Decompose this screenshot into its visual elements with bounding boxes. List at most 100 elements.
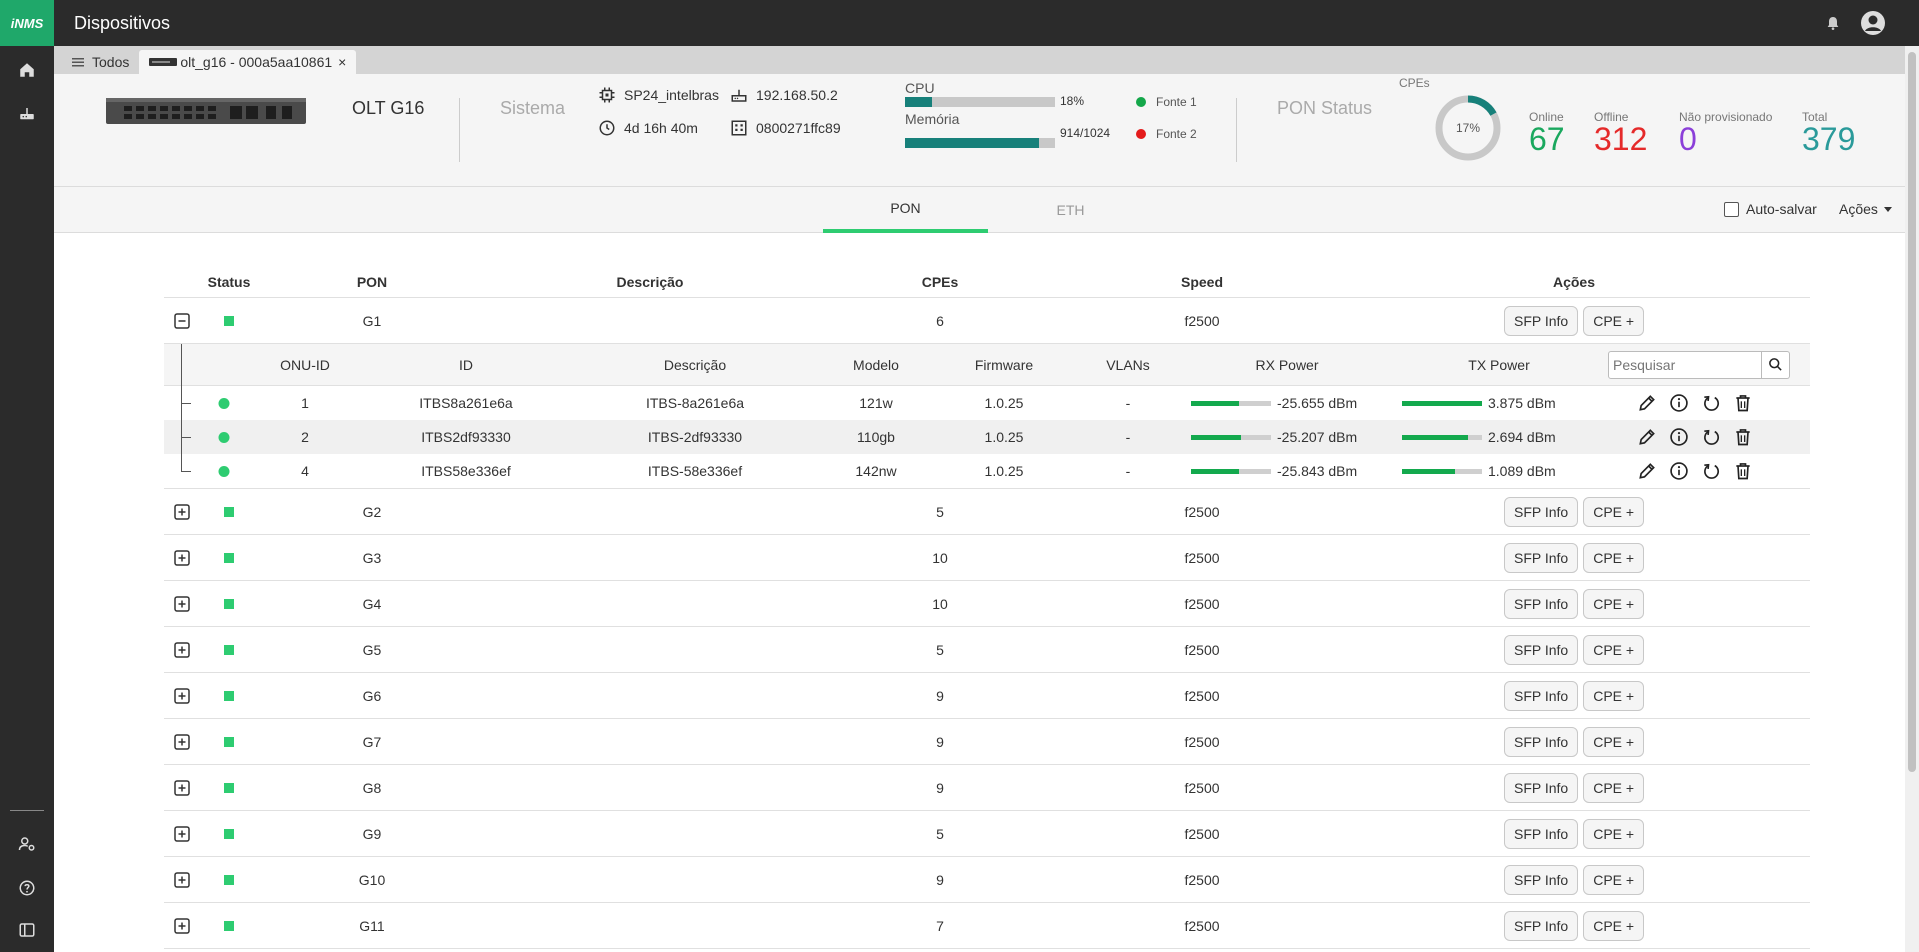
sfp-info-button[interactable]: SFP Info	[1504, 910, 1579, 941]
expand-row-button[interactable]	[174, 489, 190, 534]
tab-eth[interactable]: ETH	[988, 187, 1153, 233]
pon-row[interactable]: G8 9 f2500 SFP Info CPE +	[164, 765, 1810, 811]
left-rail: iNMS	[0, 0, 54, 952]
reboot-onu-button[interactable]	[1701, 427, 1721, 447]
onu-search-input[interactable]	[1608, 350, 1762, 379]
status-indicator	[224, 920, 234, 931]
sfp-info-button[interactable]: SFP Info	[1504, 496, 1579, 527]
help-button[interactable]	[0, 866, 54, 910]
pon-row[interactable]: G6 9 f2500 SFP Info CPE +	[164, 673, 1810, 719]
sfp-info-button[interactable]: SFP Info	[1504, 588, 1579, 619]
devices-button[interactable]	[0, 92, 54, 136]
add-cpe-button[interactable]: CPE +	[1583, 496, 1645, 527]
expand-row-button[interactable]	[174, 903, 190, 948]
add-cpe-button[interactable]: CPE +	[1583, 864, 1645, 895]
tab-device[interactable]: olt_g16 - 000a5aa10861 ×	[139, 50, 357, 74]
info-icon	[1670, 462, 1688, 480]
notifications-button[interactable]	[1817, 7, 1849, 39]
sfp-info-button[interactable]: SFP Info	[1504, 634, 1579, 665]
onu-info-button[interactable]	[1669, 427, 1689, 447]
cpes-gauge-label: CPEs	[1399, 76, 1430, 90]
sfp-info-button[interactable]: SFP Info	[1504, 726, 1579, 757]
close-tab-icon[interactable]: ×	[338, 54, 346, 70]
edit-onu-button[interactable]	[1637, 461, 1657, 481]
pon-row[interactable]: G11 7 f2500 SFP Info CPE +	[164, 903, 1810, 949]
scrollbar-thumb[interactable]	[1908, 52, 1916, 772]
sfp-info-button[interactable]: SFP Info	[1504, 680, 1579, 711]
collapse-row-button[interactable]	[174, 298, 190, 343]
actions-dropdown[interactable]: Ações	[1839, 201, 1892, 217]
onu-info-button[interactable]	[1669, 461, 1689, 481]
edit-onu-button[interactable]	[1637, 427, 1657, 447]
edit-onu-button[interactable]	[1637, 393, 1657, 413]
sfp-info-button[interactable]: SFP Info	[1504, 864, 1579, 895]
add-cpe-button[interactable]: CPE +	[1583, 910, 1645, 941]
pon-row[interactable]: G1 6 f2500 SFP Info CPE +	[164, 298, 1810, 344]
sfp-info-button[interactable]: SFP Info	[1504, 542, 1579, 573]
tx-power-bar-fill	[1402, 400, 1482, 406]
cpu-label: CPU	[905, 80, 935, 96]
pon-cpes: 10	[932, 595, 948, 612]
pon-row[interactable]: G5 5 f2500 SFP Info CPE +	[164, 627, 1810, 673]
add-cpe-button[interactable]: CPE +	[1583, 588, 1645, 619]
serial-value: 0800271ffc89	[756, 120, 841, 136]
home-button[interactable]	[0, 48, 54, 92]
add-cpe-button[interactable]: CPE +	[1583, 680, 1645, 711]
add-cpe-button[interactable]: CPE +	[1583, 542, 1645, 573]
reboot-onu-button[interactable]	[1701, 461, 1721, 481]
user-menu-button[interactable]	[1857, 7, 1889, 39]
autosave-checkbox[interactable]	[1724, 201, 1739, 217]
delete-onu-button[interactable]	[1733, 393, 1753, 413]
expand-row-button[interactable]	[174, 719, 190, 764]
expand-icon	[174, 917, 190, 934]
pon-row[interactable]: G7 9 f2500 SFP Info CPE +	[164, 719, 1810, 765]
tab-pon[interactable]: PON	[823, 187, 988, 233]
expand-row-button[interactable]	[174, 673, 190, 718]
add-cpe-button[interactable]: CPE +	[1583, 305, 1645, 336]
sfp-info-button[interactable]: SFP Info	[1504, 772, 1579, 803]
onu-model: 110gb	[857, 429, 895, 445]
onu-row[interactable]: 1 ITBS8a261e6a ITBS-8a261e6a 121w 1.0.25 - -25…	[164, 386, 1810, 420]
col-vlans: VLANs	[1106, 356, 1150, 373]
sfp-info-button[interactable]: SFP Info	[1504, 818, 1579, 849]
app-logo[interactable]: iNMS	[0, 0, 54, 46]
ip-value: 192.168.50.2	[756, 87, 838, 103]
onu-row[interactable]: 4 ITBS58e336ef ITBS-58e336ef 142nw 1.0.25 - -2…	[164, 454, 1810, 488]
pon-row[interactable]: G4 10 f2500 SFP Info CPE +	[164, 581, 1810, 627]
user-settings-button[interactable]	[0, 822, 54, 866]
add-cpe-button[interactable]: CPE +	[1583, 772, 1645, 803]
col-status: Status	[207, 273, 251, 290]
onu-info-button[interactable]	[1669, 393, 1689, 413]
delete-onu-button[interactable]	[1733, 427, 1753, 447]
add-cpe-button[interactable]: CPE +	[1583, 634, 1645, 665]
autosave-toggle[interactable]: Auto-salvar	[1724, 201, 1817, 217]
onu-serial: ITBS2df93330	[421, 429, 511, 445]
expand-row-button[interactable]	[174, 857, 190, 902]
collapse-sidebar-button[interactable]	[0, 908, 54, 952]
pon-row[interactable]: G9 5 f2500 SFP Info CPE +	[164, 811, 1810, 857]
status-indicator	[224, 598, 234, 609]
onu-row[interactable]: 2 ITBS2df93330 ITBS-2df93330 110gb 1.0.25 - -2…	[164, 420, 1810, 454]
expand-row-button[interactable]	[174, 581, 190, 626]
pon-row[interactable]: G3 10 f2500 SFP Info CPE +	[164, 535, 1810, 581]
tx-power-bar	[1402, 434, 1482, 440]
delete-onu-button[interactable]	[1733, 461, 1753, 481]
tree-branch	[181, 437, 191, 438]
pon-status	[224, 811, 234, 856]
expand-row-button[interactable]	[174, 765, 190, 810]
onu-search-button[interactable]	[1762, 350, 1790, 379]
pon-row[interactable]: G2 5 f2500 SFP Info CPE +	[164, 489, 1810, 535]
expand-row-button[interactable]	[174, 811, 190, 856]
expand-row-button[interactable]	[174, 535, 190, 580]
onu-actions	[1637, 386, 1765, 420]
add-cpe-button[interactable]: CPE +	[1583, 726, 1645, 757]
pon-row[interactable]: G10 9 f2500 SFP Info CPE +	[164, 857, 1810, 903]
trash-icon	[1736, 463, 1750, 480]
page-scrollbar[interactable]	[1905, 46, 1919, 952]
onu-id: 4	[301, 463, 309, 479]
add-cpe-button[interactable]: CPE +	[1583, 818, 1645, 849]
tab-all[interactable]: Todos	[62, 50, 139, 74]
sfp-info-button[interactable]: SFP Info	[1504, 305, 1579, 336]
reboot-onu-button[interactable]	[1701, 393, 1721, 413]
expand-row-button[interactable]	[174, 627, 190, 672]
